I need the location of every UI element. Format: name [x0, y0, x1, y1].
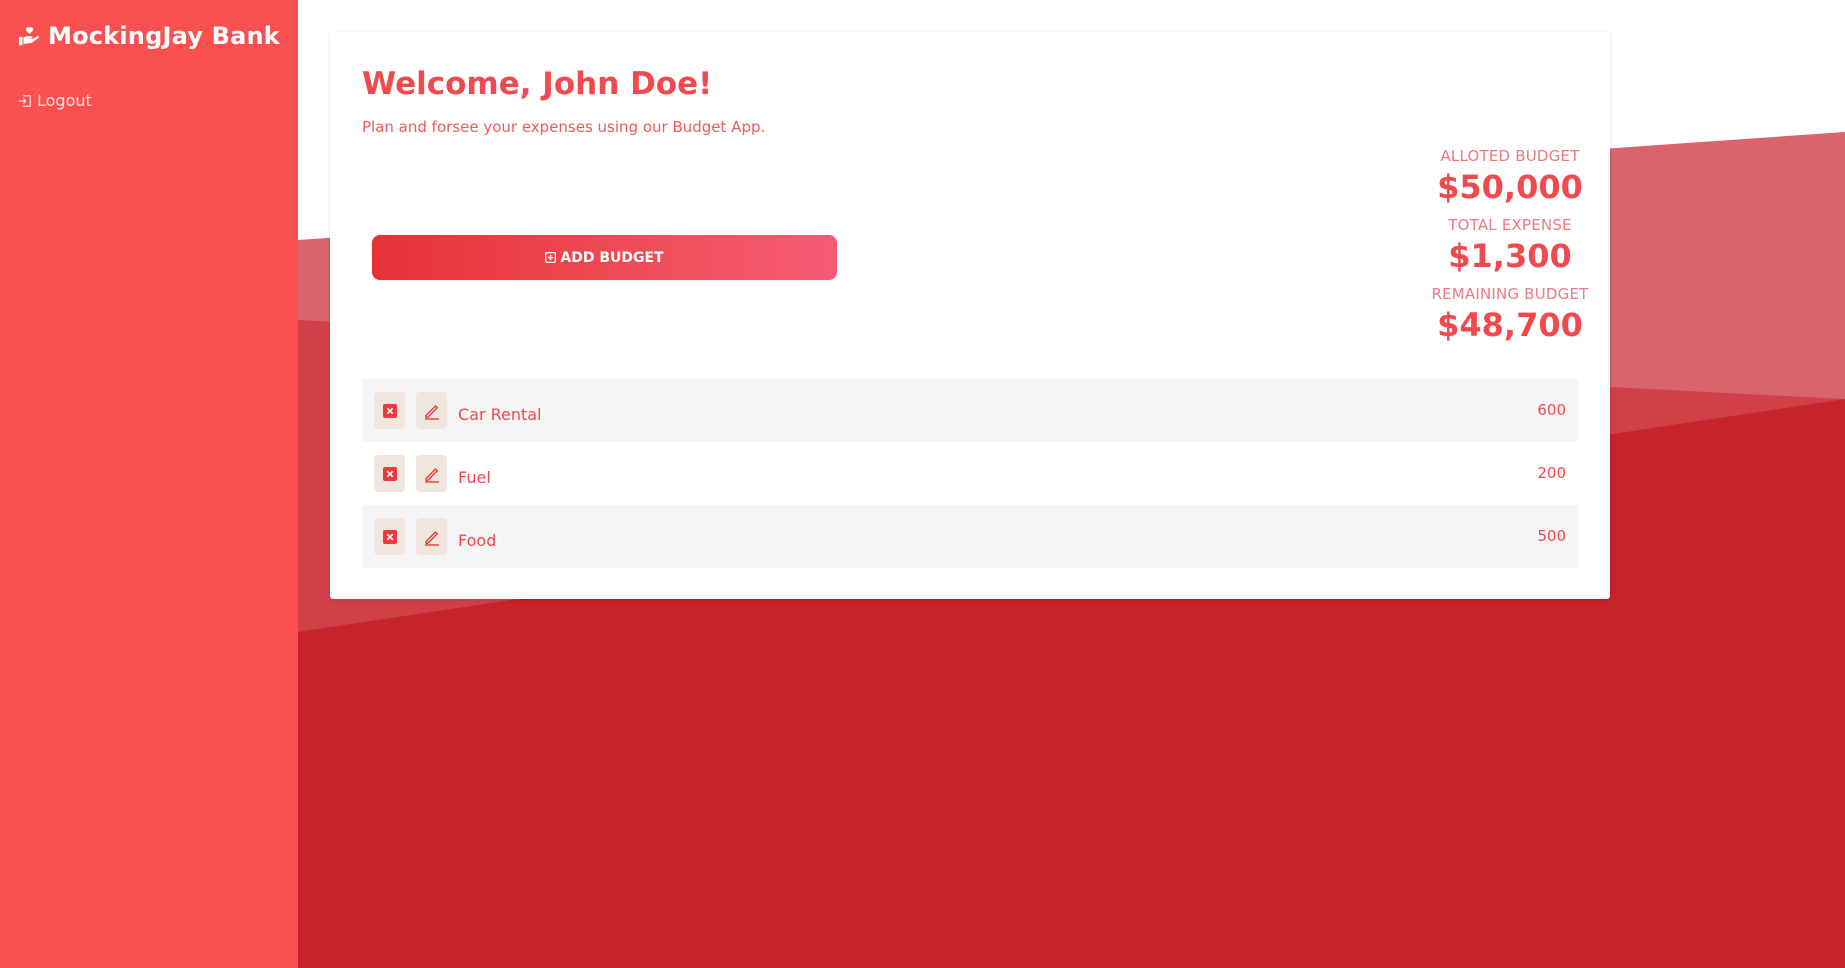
- delete-expense-button[interactable]: [374, 455, 405, 492]
- pencil-icon: [424, 467, 439, 483]
- delete-x-icon: [382, 529, 397, 544]
- remaining-budget-label: REMAINING BUDGET: [1431, 285, 1589, 303]
- logout-link[interactable]: Logout: [18, 91, 92, 110]
- add-budget-button[interactable]: ADD BUDGET: [372, 235, 837, 280]
- remaining-budget-value: $48,700: [1437, 306, 1583, 344]
- expense-row: Fuel 200: [362, 442, 1578, 505]
- delete-x-icon: [382, 466, 397, 481]
- budget-stats: ALLOTED BUDGET $50,000 TOTAL EXPENSE $1,…: [1410, 147, 1610, 354]
- expense-name: Car Rental: [458, 405, 542, 424]
- expense-name: Food: [458, 531, 497, 550]
- hand-heart-icon: [18, 27, 40, 46]
- sidebar: MockingJay Bank Logout: [0, 0, 298, 968]
- page-title: Welcome, John Doe!: [362, 66, 713, 102]
- edit-expense-button[interactable]: [416, 455, 447, 492]
- total-expense-label: TOTAL EXPENSE: [1448, 216, 1572, 234]
- expense-amount: 600: [1537, 401, 1566, 419]
- expense-amount: 200: [1537, 464, 1566, 482]
- page-subtitle: Plan and forsee your expenses using our …: [362, 118, 766, 136]
- expense-amount: 500: [1537, 527, 1566, 545]
- budget-card: Welcome, John Doe! Plan and forsee your …: [330, 32, 1610, 599]
- total-expense-value: $1,300: [1448, 237, 1572, 275]
- edit-expense-button[interactable]: [416, 518, 447, 555]
- logout-icon: [18, 94, 31, 107]
- edit-expense-button[interactable]: [416, 392, 447, 429]
- delete-expense-button[interactable]: [374, 518, 405, 555]
- pencil-icon: [424, 530, 439, 546]
- expense-row: Food 500: [362, 505, 1578, 568]
- delete-expense-button[interactable]: [374, 392, 405, 429]
- logout-label: Logout: [37, 91, 92, 110]
- brand-logo[interactable]: MockingJay Bank: [18, 22, 280, 50]
- add-budget-label: ADD BUDGET: [560, 249, 664, 266]
- plus-square-icon: [545, 252, 557, 263]
- expense-list: Car Rental 600 Fuel 200 Food 500: [362, 379, 1578, 568]
- alloted-budget-label: ALLOTED BUDGET: [1440, 147, 1580, 165]
- pencil-icon: [424, 404, 439, 420]
- app-root: MockingJay Bank Logout Welcome, John Doe…: [0, 0, 1845, 968]
- expense-name: Fuel: [458, 468, 491, 487]
- brand-name: MockingJay Bank: [48, 22, 280, 50]
- delete-x-icon: [382, 403, 397, 418]
- expense-row: Car Rental 600: [362, 379, 1578, 442]
- alloted-budget-value: $50,000: [1437, 168, 1583, 206]
